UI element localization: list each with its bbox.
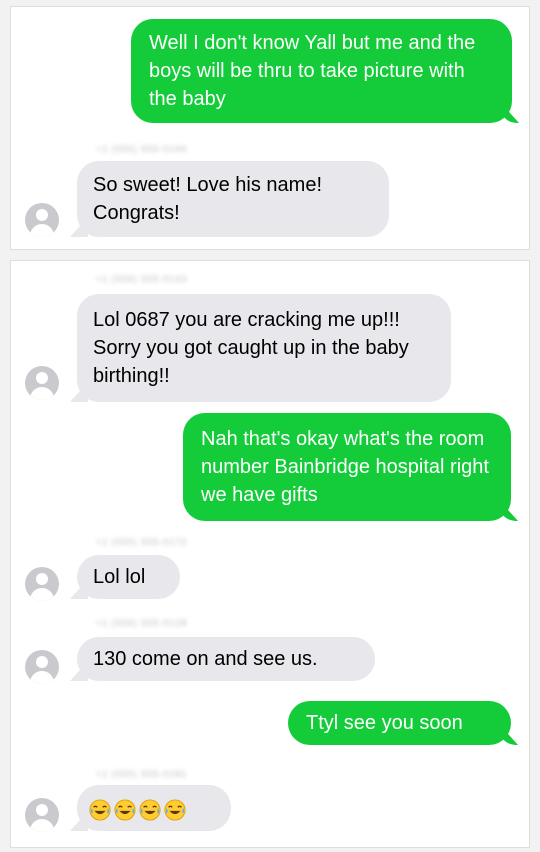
received-message[interactable]: Lol lol — [77, 555, 180, 599]
sender-number-blurred: +1 (555) 555-0128 — [96, 618, 188, 628]
sent-message[interactable]: Well I don't know Yall but me and the bo… — [131, 19, 512, 123]
tears-of-joy-emoji-icon — [164, 799, 186, 821]
message-text: Nah that's okay what's the room number B… — [201, 428, 489, 506]
sent-message[interactable]: Nah that's okay what's the room number B… — [183, 413, 511, 521]
message-text: So sweet! Love his name! Congrats! — [93, 174, 323, 224]
message-text: Ttyl see you soon — [306, 712, 463, 734]
received-message[interactable] — [77, 785, 231, 831]
received-message[interactable]: 130 come on and see us. — [77, 637, 375, 681]
message-text: 130 come on and see us. — [93, 648, 318, 670]
sender-number-blurred: +1 (555) 555-0181 — [96, 769, 188, 779]
sender-number-blurred: +1 (555) 555-0172 — [96, 537, 188, 547]
sender-number-blurred: +1 (555) 555-0143 — [96, 274, 188, 284]
sent-message[interactable]: Ttyl see you soon — [288, 701, 511, 745]
contact-avatar-icon[interactable] — [25, 366, 59, 400]
contact-avatar-icon[interactable] — [25, 567, 59, 601]
contact-avatar-icon[interactable] — [25, 798, 59, 832]
conversation-panel-2: +1 (555) 555-0143 Lol 0687 you are crack… — [10, 260, 530, 848]
message-text: Well I don't know Yall but me and the bo… — [149, 32, 476, 110]
contact-avatar-icon[interactable] — [25, 650, 59, 684]
contact-avatar-icon[interactable] — [25, 203, 59, 237]
sender-number-blurred: +1 (555) 555-0199 — [96, 144, 188, 154]
tears-of-joy-emoji-icon — [139, 799, 161, 821]
received-message[interactable]: So sweet! Love his name! Congrats! — [77, 161, 389, 237]
received-message[interactable]: Lol 0687 you are cracking me up!!! Sorry… — [77, 294, 451, 402]
tears-of-joy-emoji-icon — [114, 799, 136, 821]
message-text: Lol lol — [93, 566, 146, 588]
message-text: Lol 0687 you are cracking me up!!! Sorry… — [93, 309, 409, 387]
conversation-panel-1: Well I don't know Yall but me and the bo… — [10, 6, 530, 250]
tears-of-joy-emoji-icon — [89, 799, 111, 821]
